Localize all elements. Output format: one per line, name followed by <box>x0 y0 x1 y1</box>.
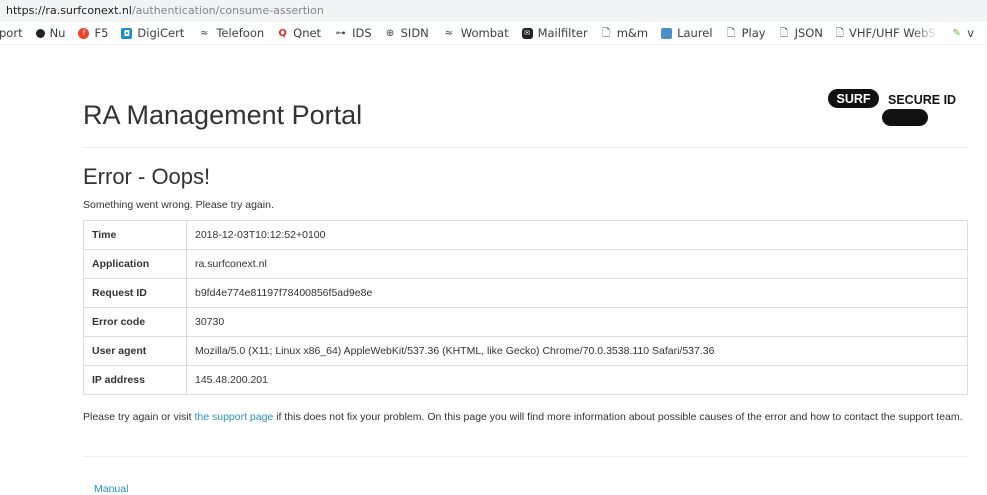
support-page-link[interactable]: the support page <box>194 411 273 423</box>
page-icon: 🗋 <box>780 27 789 39</box>
table-row: IP address 145.48.200.201 <box>83 365 968 395</box>
mailfilter-icon: ✉ <box>521 27 533 39</box>
bookmark-label: Laurel <box>677 26 713 40</box>
bookmark-label: Play <box>741 26 766 40</box>
bookmark-label: v <box>967 26 974 40</box>
bookmark-label: VHF/UHF WebSDR <box>848 26 938 40</box>
row-value: b9fd4e774e81197f78400856f5ad9e8e <box>186 278 968 308</box>
f5-icon: f <box>78 27 90 39</box>
bookmark-label: Nu <box>49 26 66 40</box>
table-row: Request ID b9fd4e774e81197f78400856f5ad9… <box>83 278 968 308</box>
bookmark-label: SIDN <box>400 26 429 40</box>
nu-icon <box>35 28 45 38</box>
bookmark-mm[interactable]: 🗋 m&m <box>601 26 648 40</box>
url-path: /authentication/consume-assertion <box>131 4 324 17</box>
address-bar[interactable]: https://ra.surfconext.nl/authentication/… <box>0 0 987 22</box>
header-divider <box>83 147 968 148</box>
bookmark-f5[interactable]: f F5 <box>78 26 108 40</box>
row-key: User agent <box>83 336 187 366</box>
row-value: 30730 <box>186 307 968 337</box>
table-row: User agent Mozilla/5.0 (X11; Linux x86_6… <box>83 336 968 366</box>
bookmark-play[interactable]: 🗋 Play <box>726 26 766 40</box>
bookmark-nu[interactable]: Nu <box>35 26 66 40</box>
row-key: IP address <box>83 365 187 395</box>
page-icon: 🗋 <box>727 27 736 39</box>
bookmark-telefoon[interactable]: ≈ Telefoon <box>197 26 264 40</box>
manual-link[interactable]: Manual <box>94 483 128 495</box>
bookmark-laurel[interactable]: Laurel <box>661 26 713 40</box>
svg-text:SURF: SURF <box>836 92 870 106</box>
error-details-table: Time 2018-12-03T10:12:52+0100 Applicatio… <box>83 220 968 395</box>
laurel-icon <box>661 27 673 39</box>
table-row: Time 2018-12-03T10:12:52+0100 <box>83 220 968 250</box>
wave-icon: ≈ <box>200 27 209 39</box>
bookmark-label: m&m <box>616 26 649 40</box>
bookmark-port[interactable]: port <box>0 26 23 40</box>
page-icon: 🗋 <box>835 27 844 39</box>
sidn-icon: ⊕ <box>385 27 395 39</box>
bookmark-label: JSON <box>794 26 823 40</box>
ids-icon: ⊶ <box>335 27 346 39</box>
row-key: Time <box>83 220 187 250</box>
row-key: Application <box>83 249 187 279</box>
bookmark-label: IDS <box>352 26 372 40</box>
bookmark-label: Telefoon <box>216 26 265 40</box>
table-row: Application ra.surfconext.nl <box>83 249 968 279</box>
bookmark-label: port <box>0 26 23 40</box>
url-host: https://ra.surfconext.nl <box>6 4 132 17</box>
row-value: Mozilla/5.0 (X11; Linux x86_64) AppleWeb… <box>186 336 968 366</box>
bookmark-ids[interactable]: ⊶ IDS <box>334 26 372 40</box>
bookmark-label: Mailfilter <box>537 26 588 40</box>
bookmark-digicert[interactable]: ◘ DigiCert <box>121 26 184 40</box>
bookmark-label: DigiCert <box>137 26 185 40</box>
page-icon: 🗋 <box>602 27 611 39</box>
bookmark-qnet[interactable]: Q Qnet <box>277 26 321 40</box>
row-key: Error code <box>83 307 187 337</box>
help-text: Please try again or visit the support pa… <box>83 410 973 425</box>
wave-icon: ≈ <box>444 27 453 39</box>
qnet-icon: Q <box>278 27 287 39</box>
help-text-after: if this does not fix your problem. On th… <box>273 411 963 423</box>
bookmark-label: F5 <box>94 26 109 40</box>
error-title: Error - Oops! <box>83 164 211 189</box>
v-icon: ✎ <box>952 27 961 39</box>
bookmark-websdr[interactable]: 🗋 VHF/UHF WebSDR <box>836 26 938 40</box>
row-value: 145.48.200.201 <box>186 365 968 395</box>
bookmark-json[interactable]: 🗋 JSON <box>779 26 823 40</box>
bookmark-sidn[interactable]: ⊕ SIDN <box>385 26 429 40</box>
bookmark-v[interactable]: ✎ v <box>951 26 974 40</box>
surf-secure-id-logo: SURF SECURE ID <box>828 89 956 126</box>
bookmark-label: Wombat <box>460 26 509 40</box>
table-row: Error code 30730 <box>83 307 968 337</box>
bookmark-wombat[interactable]: ≈ Wombat <box>442 26 509 40</box>
svg-text:SECURE ID: SECURE ID <box>888 93 956 107</box>
row-value: 2018-12-03T10:12:52+0100 <box>186 220 968 250</box>
bookmark-label: Qnet <box>293 26 322 40</box>
help-text-before: Please try again or visit <box>83 411 195 423</box>
page-title: RA Management Portal <box>83 100 363 130</box>
bookmarks-bar: port Nu f F5 ◘ DigiCert ≈ Telefoon Q Qnet ⊶ I… <box>0 22 987 45</box>
error-subtitle: Something went wrong. Please try again. <box>83 199 274 211</box>
bookmark-mailfilter[interactable]: ✉ Mailfilter <box>521 26 588 40</box>
row-value: ra.surfconext.nl <box>186 249 968 279</box>
footer-divider <box>83 456 968 457</box>
digicert-icon: ◘ <box>121 27 133 39</box>
row-key: Request ID <box>83 278 187 308</box>
